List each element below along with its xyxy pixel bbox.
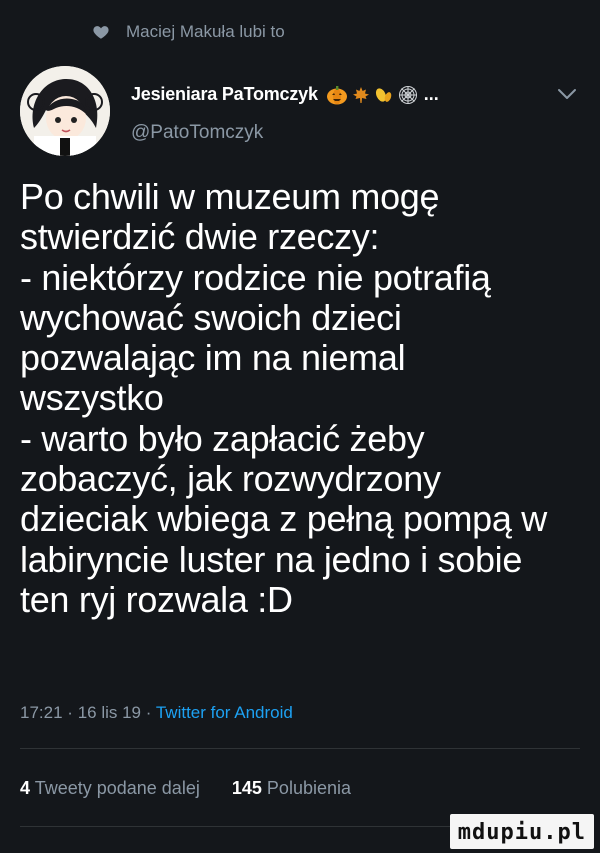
- heart-icon: [93, 26, 109, 39]
- tweet-stats: 4 Tweety podane dalej 145 Polubienia: [20, 778, 351, 799]
- retweets-count: 4: [20, 778, 31, 798]
- likes-count: 145: [231, 778, 262, 798]
- tweet-text: Po chwili w muzeum mogę stwierdzić dwie …: [20, 176, 548, 620]
- divider: [20, 748, 580, 749]
- meta-separator: ·: [67, 703, 73, 722]
- avatar-illustration: [20, 66, 110, 156]
- watermark: mdupiu.pl: [449, 814, 594, 849]
- liked-by-row[interactable]: Maciej Makuła lubi to: [92, 22, 285, 42]
- watermark-text: mdupiu.pl: [457, 820, 586, 845]
- spiderweb-icon: [398, 85, 417, 104]
- likes-stat[interactable]: 145 Polubienia: [232, 778, 351, 798]
- chevron-down-icon[interactable]: [556, 86, 578, 102]
- retweets-label: Tweety podane dalej: [34, 778, 200, 798]
- tweet-meta: 17:21 · 16 lis 19 · Twitter for Android: [20, 703, 293, 723]
- pumpkin-icon: [326, 85, 347, 104]
- maple-leaf-icon: [352, 86, 369, 103]
- avatar[interactable]: [20, 66, 110, 156]
- author-handle[interactable]: @PatoTomczyk: [131, 122, 263, 144]
- name-ellipsis: ...: [423, 84, 439, 104]
- name-emojis: [326, 85, 422, 105]
- retweets-stat[interactable]: 4 Tweety podane dalej: [20, 778, 205, 798]
- likes-label: Polubienia: [266, 778, 351, 798]
- tweet-client-link[interactable]: Twitter for Android: [156, 703, 293, 722]
- meta-separator: ·: [145, 703, 152, 722]
- tweet-header: Jesieniara PaTomczyk ... @PatoTomczyk: [20, 66, 580, 156]
- tweet-date[interactable]: 16 lis 19: [78, 703, 141, 722]
- author-name-row[interactable]: Jesieniara PaTomczyk ...: [131, 84, 439, 105]
- yellow-leaves-icon: [375, 87, 392, 102]
- tweet-time[interactable]: 17:21: [20, 703, 63, 722]
- author-display-name: Jesieniara PaTomczyk: [131, 84, 318, 104]
- liked-by-text: Maciej Makuła lubi to: [126, 22, 285, 41]
